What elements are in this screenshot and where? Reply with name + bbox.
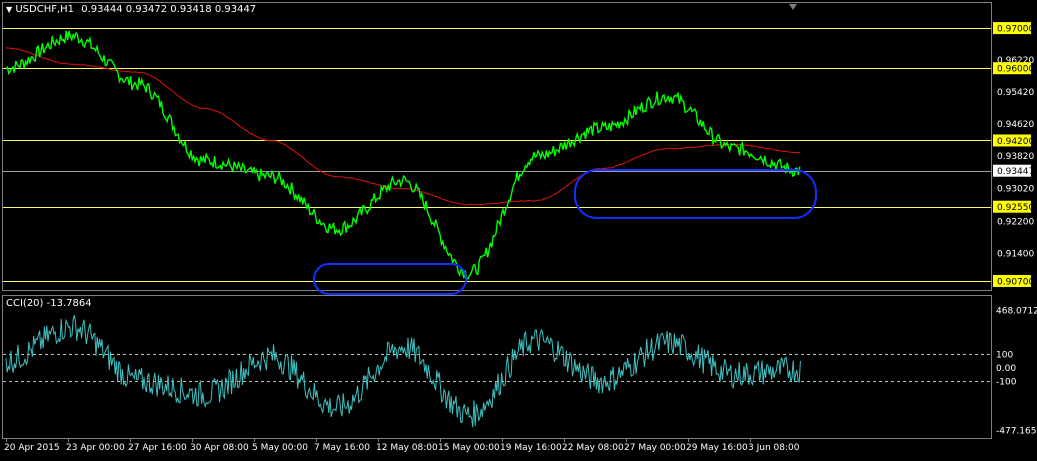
time-tick-label: 27 May 00:00	[624, 443, 686, 453]
time-tick-label: 30 Apr 08:00	[190, 443, 249, 453]
time-tick-label: 15 May 00:00	[438, 443, 500, 453]
time-tick-label: 5 May 00:00	[252, 443, 308, 453]
time-tick-label: 19 May 16:00	[500, 443, 562, 453]
price-tick-label: 0.90700	[997, 277, 1034, 287]
price-tick: 0.92200	[997, 217, 1034, 227]
price-tick-label: 0.96000	[997, 65, 1034, 75]
price-tick: 0.92550	[993, 200, 1034, 213]
price-tick-label: 0.93447	[997, 167, 1034, 177]
cci-tick-label: -100	[996, 377, 1017, 387]
price-tick: 0.91400	[997, 249, 1034, 259]
price-tick: 0.93447	[993, 164, 1034, 177]
price-tick-label: 0.92200	[997, 217, 1034, 227]
chart-window[interactable]: 0.97000 0.96220 0.96000 0.95420 0.94620 0.942…	[0, 0, 1037, 457]
ohlc-values: 0.93444 0.93472 0.93418 0.93447	[81, 4, 257, 15]
time-tick-label: 12 May 08:00	[376, 443, 438, 453]
cci-tick-label: -477.1659	[996, 427, 1037, 437]
cci-tick-label: 0.00	[996, 364, 1016, 374]
price-tick: 0.94620	[997, 120, 1034, 130]
price-tick: 0.93020	[997, 184, 1034, 194]
price-tick-label: 0.92550	[997, 203, 1034, 213]
price-tick: 0.90700	[993, 274, 1034, 287]
price-tick-label: 0.94620	[997, 120, 1034, 130]
price-tick: 0.96000	[993, 62, 1034, 75]
time-tick-label: 3 Jun 08:00	[748, 443, 800, 453]
price-tick-label: 0.93020	[997, 184, 1034, 194]
cci-tick-label: 468.0712	[996, 307, 1037, 317]
time-tick-label: 23 Apr 00:00	[66, 443, 125, 453]
price-tick-label: 0.93820	[997, 152, 1034, 162]
price-tick-label: 0.95420	[997, 88, 1034, 98]
price-tick: 0.95420	[997, 88, 1034, 98]
cci-header: CCI(20) -13.7864	[6, 298, 92, 309]
price-tick-label: 0.94200	[997, 137, 1034, 147]
dropdown-arrow-icon[interactable]: ▼	[6, 5, 12, 14]
time-tick-label: 27 Apr 16:00	[128, 443, 187, 453]
price-tick: 0.94200	[993, 134, 1034, 147]
cci-tick-label: 100	[996, 350, 1013, 360]
price-tick-label: 0.97000	[997, 25, 1034, 35]
time-tick-label: 22 May 08:00	[562, 443, 624, 453]
time-tick-label: 7 May 16:00	[314, 443, 370, 453]
price-tick-label: 0.91400	[997, 249, 1034, 259]
time-tick-label: 20 Apr 2015	[4, 443, 60, 453]
chart-header: ▼ USDCHF,H1 0.93444 0.93472 0.93418 0.93…	[6, 4, 256, 16]
chart-canvas[interactable]: 0.970000.962200.960000.954200.946200.942…	[0, 0, 1037, 457]
price-tick: 0.93820	[997, 152, 1034, 162]
price-tick: 0.97000	[993, 22, 1034, 35]
symbol-label: USDCHF,H1	[15, 4, 75, 15]
time-tick-label: 29 May 16:00	[686, 443, 748, 453]
